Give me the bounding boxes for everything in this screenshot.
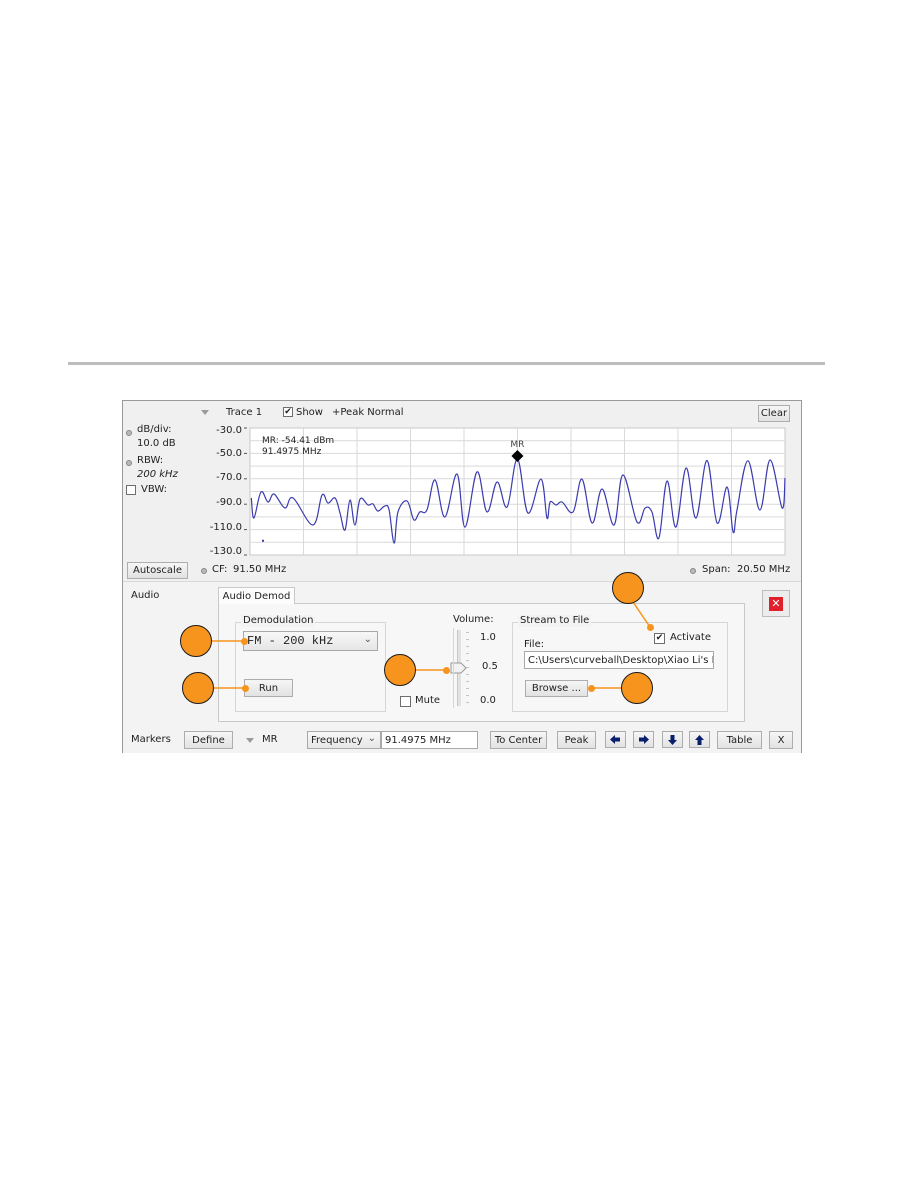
file-path-input[interactable]: C:\Users\curveball\Desktop\Xiao Li's Dat <box>524 651 714 669</box>
volume-label: Volume: <box>453 614 494 625</box>
callout-dot <box>588 685 595 692</box>
callout-dot <box>647 624 654 631</box>
close-audio-button[interactable]: ✕ <box>762 590 790 617</box>
define-markers-button[interactable]: Define <box>184 731 233 749</box>
close-markers-button[interactable]: X <box>769 731 793 749</box>
demodulation-select[interactable]: FM - 200 kHz ⌄ <box>243 631 378 651</box>
to-center-button[interactable]: To Center <box>490 731 547 749</box>
audio-section-label: Audio <box>131 590 160 601</box>
arrow-right-icon <box>639 735 649 744</box>
rbw-label: RBW: <box>137 455 164 466</box>
marker-dropdown-icon[interactable] <box>246 738 254 743</box>
arrow-left-icon <box>610 735 620 744</box>
next-peak-lower-button[interactable] <box>662 731 683 748</box>
span-adjust-icon[interactable] <box>690 568 696 574</box>
marker-selector[interactable]: MR <box>262 734 278 746</box>
peak-right-button[interactable] <box>633 731 654 748</box>
span-label: Span: <box>702 564 731 575</box>
arrow-up-icon <box>695 734 704 745</box>
mute-checkbox[interactable] <box>400 696 411 707</box>
tab-audio-demod[interactable]: Audio Demod <box>218 587 295 604</box>
run-button[interactable]: Run <box>244 679 293 697</box>
vbw-checkbox[interactable] <box>126 485 136 495</box>
marker-mode-select[interactable]: Frequency ⌄ <box>307 731 381 749</box>
cf-adjust-icon[interactable] <box>201 568 207 574</box>
checkmark-icon: ✔ <box>655 633 664 643</box>
callout-marker-run <box>182 672 214 704</box>
callout-dot <box>241 638 248 645</box>
callout-dot <box>242 685 249 692</box>
marker-readout-frequency: 91.4975 MHz <box>262 447 322 457</box>
marker-mode-value: Frequency <box>311 734 363 746</box>
y-tick-label: -90.0 <box>216 497 242 508</box>
page-divider <box>68 362 825 365</box>
volume-tick-label: 0.0 <box>480 695 496 706</box>
db-div-label: dB/div: <box>137 424 172 435</box>
browse-button[interactable]: Browse ... <box>525 680 588 697</box>
chevron-down-icon: ⌄ <box>367 733 376 744</box>
detection-mode-label: +Peak Normal <box>332 407 404 418</box>
volume-separator <box>453 628 454 708</box>
marker-frequency-input[interactable]: 91.4975 MHz <box>381 731 478 749</box>
cf-value[interactable]: 91.50 MHz <box>233 564 286 576</box>
y-tick-label: -30.0 <box>216 425 242 436</box>
demodulation-selected-value: FM - 200 kHz <box>247 634 334 648</box>
rbw-value: 200 kHz <box>137 469 178 480</box>
chevron-down-icon: ⌄ <box>363 634 372 645</box>
marker-table-button[interactable]: Table <box>717 731 762 749</box>
arrow-down-icon <box>668 734 677 745</box>
activate-checkbox[interactable]: ✔ <box>654 633 665 644</box>
volume-tick-label: 1.0 <box>480 632 496 643</box>
autoscale-button[interactable]: Autoscale <box>127 562 188 579</box>
vbw-label: VBW: <box>141 484 168 495</box>
y-tick-label: -110.0 <box>209 522 242 533</box>
callout-marker-browse <box>621 672 653 704</box>
trace-dot <box>262 539 264 542</box>
callout-dot <box>443 667 450 674</box>
demodulation-group-label: Demodulation <box>241 615 316 627</box>
trace-dropdown-icon[interactable] <box>201 410 209 415</box>
mute-label: Mute <box>415 695 441 706</box>
y-tick-label: -70.0 <box>216 472 242 483</box>
close-icon: ✕ <box>769 596 783 611</box>
db-div-value: 10.0 dB <box>137 438 176 449</box>
y-tick-label: -50.0 <box>216 448 242 459</box>
peak-left-button[interactable] <box>605 731 626 748</box>
callout-marker-volume <box>384 654 416 686</box>
stream-to-file-label: Stream to File <box>518 615 592 627</box>
y-tick-label: -130.0 <box>209 546 242 557</box>
rbw-adjust-icon[interactable] <box>126 460 132 466</box>
show-checkbox[interactable]: ✔ <box>283 407 293 417</box>
markers-label: Markers <box>131 734 171 745</box>
callout-marker-demodulation <box>180 625 212 657</box>
activate-label: Activate <box>670 632 711 643</box>
next-peak-higher-button[interactable] <box>689 731 710 748</box>
cf-label: CF: <box>212 564 228 575</box>
clear-button[interactable]: Clear <box>758 405 790 422</box>
volume-tick-label: 0.5 <box>482 661 498 672</box>
callout-marker-activate <box>612 572 644 604</box>
marker-label: MR <box>510 440 524 450</box>
db-div-adjust-icon[interactable] <box>126 430 132 436</box>
trace-selector[interactable]: Trace 1 <box>226 407 262 419</box>
checkmark-icon: ✔ <box>284 406 292 417</box>
show-label: Show <box>296 407 323 418</box>
file-label: File: <box>524 639 545 650</box>
span-value[interactable]: 20.50 MHz <box>737 564 790 576</box>
marker-readout-level: MR: -54.41 dBm <box>262 436 335 446</box>
peak-button[interactable]: Peak <box>557 731 596 749</box>
